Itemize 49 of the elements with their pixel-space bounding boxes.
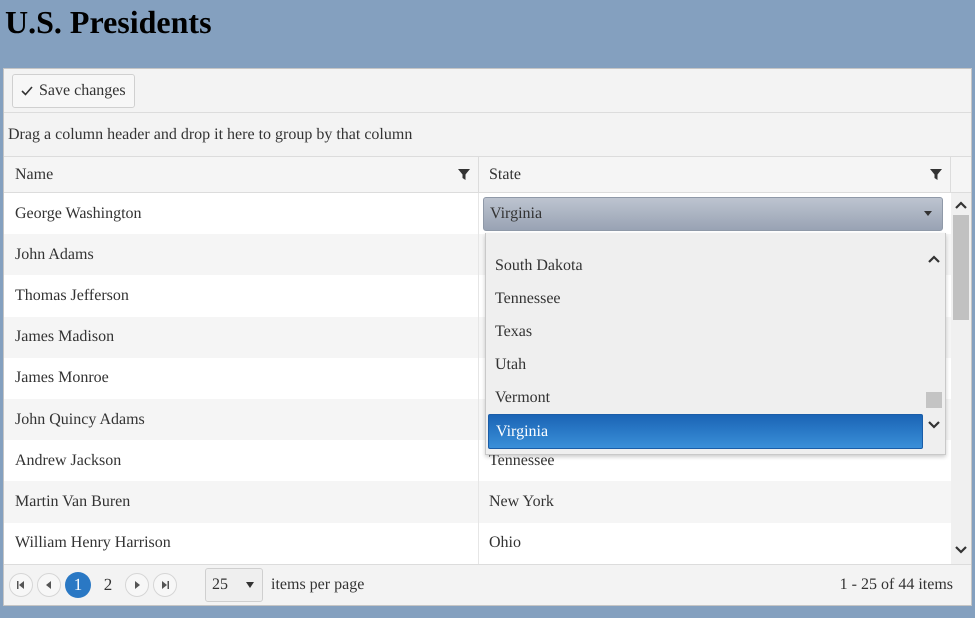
scrollbar[interactable] bbox=[951, 193, 971, 564]
table-cell: James Monroe bbox=[15, 369, 109, 388]
save-button[interactable]: Save changes bbox=[12, 74, 135, 108]
page-size-dropdown[interactable]: 25 bbox=[205, 568, 263, 602]
scroll-down-icon[interactable] bbox=[928, 421, 940, 429]
column-header[interactable]: Name bbox=[15, 166, 54, 184]
dropdown-option[interactable]: South Dakota bbox=[488, 249, 923, 282]
scroll-thumb[interactable] bbox=[926, 392, 942, 408]
table-cell: Martin Van Buren bbox=[15, 492, 130, 511]
filter-icon bbox=[930, 169, 942, 180]
table-cell: John Adams bbox=[15, 246, 94, 264]
group-hint: Drag a column header and drop it here to group by that column bbox=[8, 126, 412, 144]
table-cell: George Washington bbox=[15, 204, 142, 223]
scroll-thumb[interactable] bbox=[953, 215, 969, 320]
scroll-up-icon[interactable] bbox=[928, 255, 940, 263]
table-cell: Tennessee bbox=[489, 452, 555, 470]
table-cell: Ohio bbox=[489, 534, 521, 552]
next-page-button[interactable] bbox=[125, 572, 149, 597]
table-cell: William Henry Harrison bbox=[15, 534, 171, 552]
page-title: U.S. Presidents bbox=[5, 4, 213, 41]
dropdown-option[interactable]: Vermont bbox=[488, 381, 923, 414]
next-page-icon bbox=[133, 580, 141, 589]
last-page-button[interactable] bbox=[153, 572, 177, 597]
dropdown-option[interactable]: Virginia bbox=[488, 414, 923, 449]
column-header[interactable]: State bbox=[489, 166, 521, 184]
table-cell: John Quincy Adams bbox=[15, 410, 145, 429]
last-page-icon bbox=[161, 580, 169, 589]
table-cell: Thomas Jefferson bbox=[15, 286, 129, 305]
page-button[interactable]: 1 bbox=[65, 572, 91, 598]
state-dropdown[interactable]: Virginia bbox=[483, 196, 943, 231]
previous-page-icon bbox=[45, 580, 53, 589]
caret-icon bbox=[246, 582, 254, 588]
page-button[interactable]: 2 bbox=[95, 572, 121, 598]
dropdown-option[interactable]: Tennessee bbox=[488, 282, 923, 315]
page-size-label: items per page bbox=[271, 576, 364, 594]
table-cell: New York bbox=[489, 492, 554, 511]
dropdown-option[interactable]: Texas bbox=[488, 315, 923, 348]
caret-icon bbox=[924, 211, 932, 216]
scroll-down-icon[interactable] bbox=[955, 546, 967, 554]
filter-icon bbox=[458, 169, 470, 180]
first-page-button[interactable] bbox=[9, 572, 33, 597]
dropdown-option[interactable]: Utah bbox=[488, 348, 923, 381]
pager-summary: 1 - 25 of 44 items bbox=[840, 576, 953, 594]
table-cell: James Madison bbox=[15, 328, 114, 346]
first-page-icon bbox=[17, 580, 25, 589]
table-cell: Andrew Jackson bbox=[15, 452, 122, 470]
check-icon bbox=[21, 86, 33, 96]
previous-page-button[interactable] bbox=[37, 572, 61, 597]
scroll-up-icon[interactable] bbox=[955, 201, 967, 209]
